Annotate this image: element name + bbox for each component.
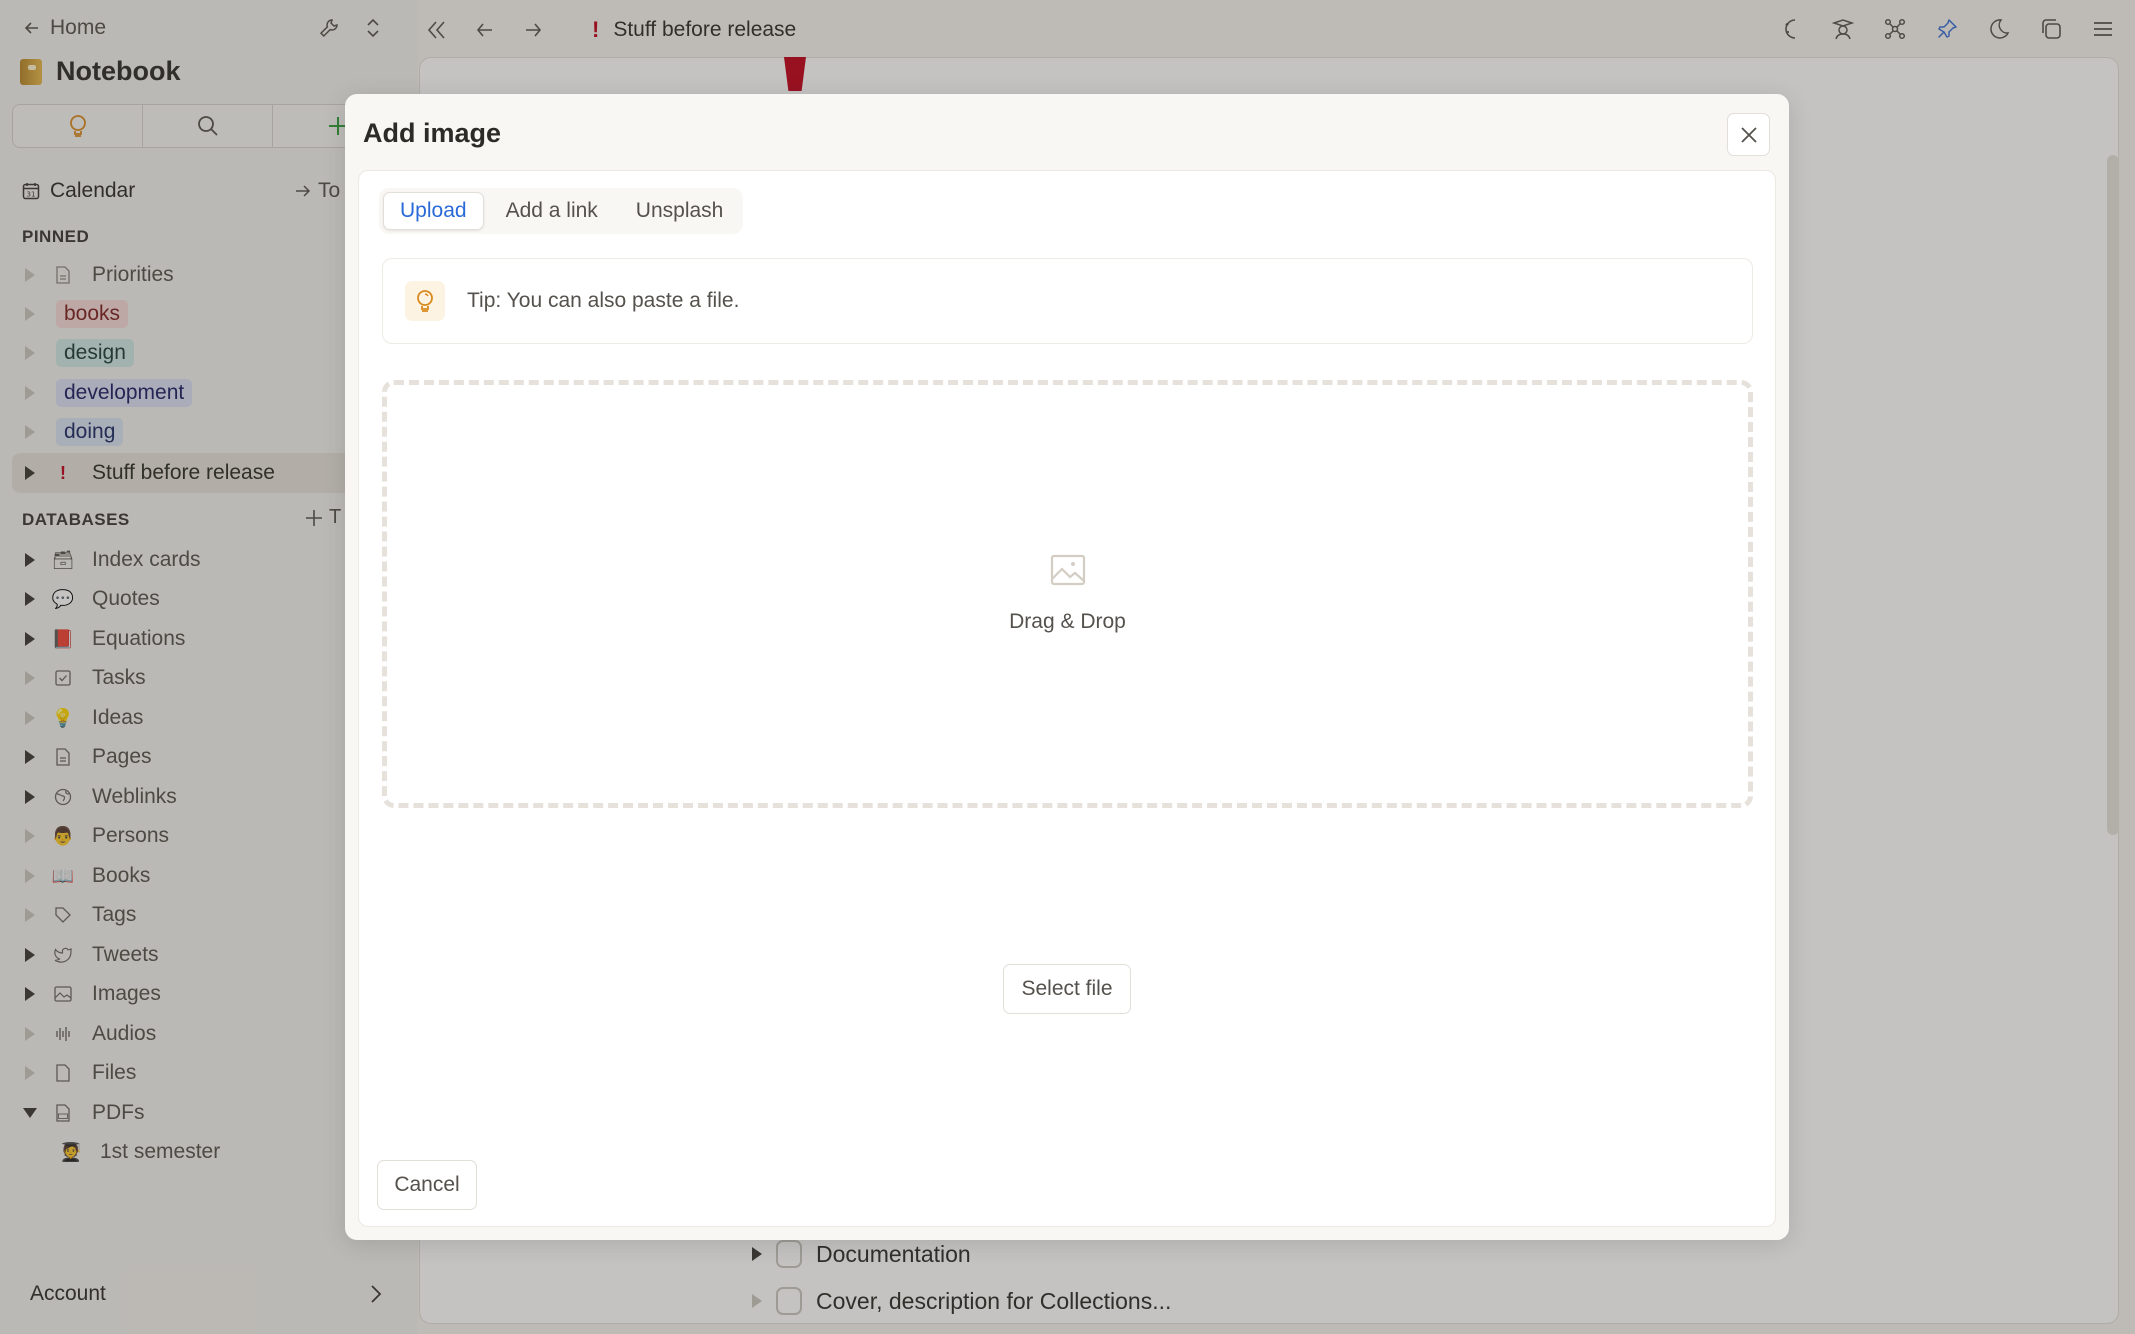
lightbulb-icon [405, 281, 445, 321]
cancel-button[interactable]: Cancel [377, 1160, 477, 1210]
tip-text: Tip: You can also paste a file. [467, 289, 740, 312]
dialog-body: Upload Add a link Unsplash Tip: You can … [358, 170, 1776, 1227]
close-button[interactable] [1727, 113, 1770, 156]
add-image-dialog: Add image Upload Add a link Unsplash Tip… [345, 94, 1789, 1240]
tab-upload[interactable]: Upload [383, 192, 484, 230]
close-icon [1740, 126, 1757, 143]
image-placeholder-icon [1050, 554, 1085, 586]
drag-drop-label: Drag & Drop [1009, 610, 1126, 633]
source-tabs: Upload Add a link Unsplash [379, 188, 744, 234]
tip-box: Tip: You can also paste a file. [382, 258, 1753, 344]
tab-add-link[interactable]: Add a link [490, 192, 614, 230]
tab-unsplash[interactable]: Unsplash [620, 192, 740, 230]
dialog-title: Add image [363, 118, 502, 148]
drag-drop-zone[interactable]: Drag & Drop [382, 380, 1753, 808]
select-file-button[interactable]: Select file [1003, 964, 1131, 1014]
